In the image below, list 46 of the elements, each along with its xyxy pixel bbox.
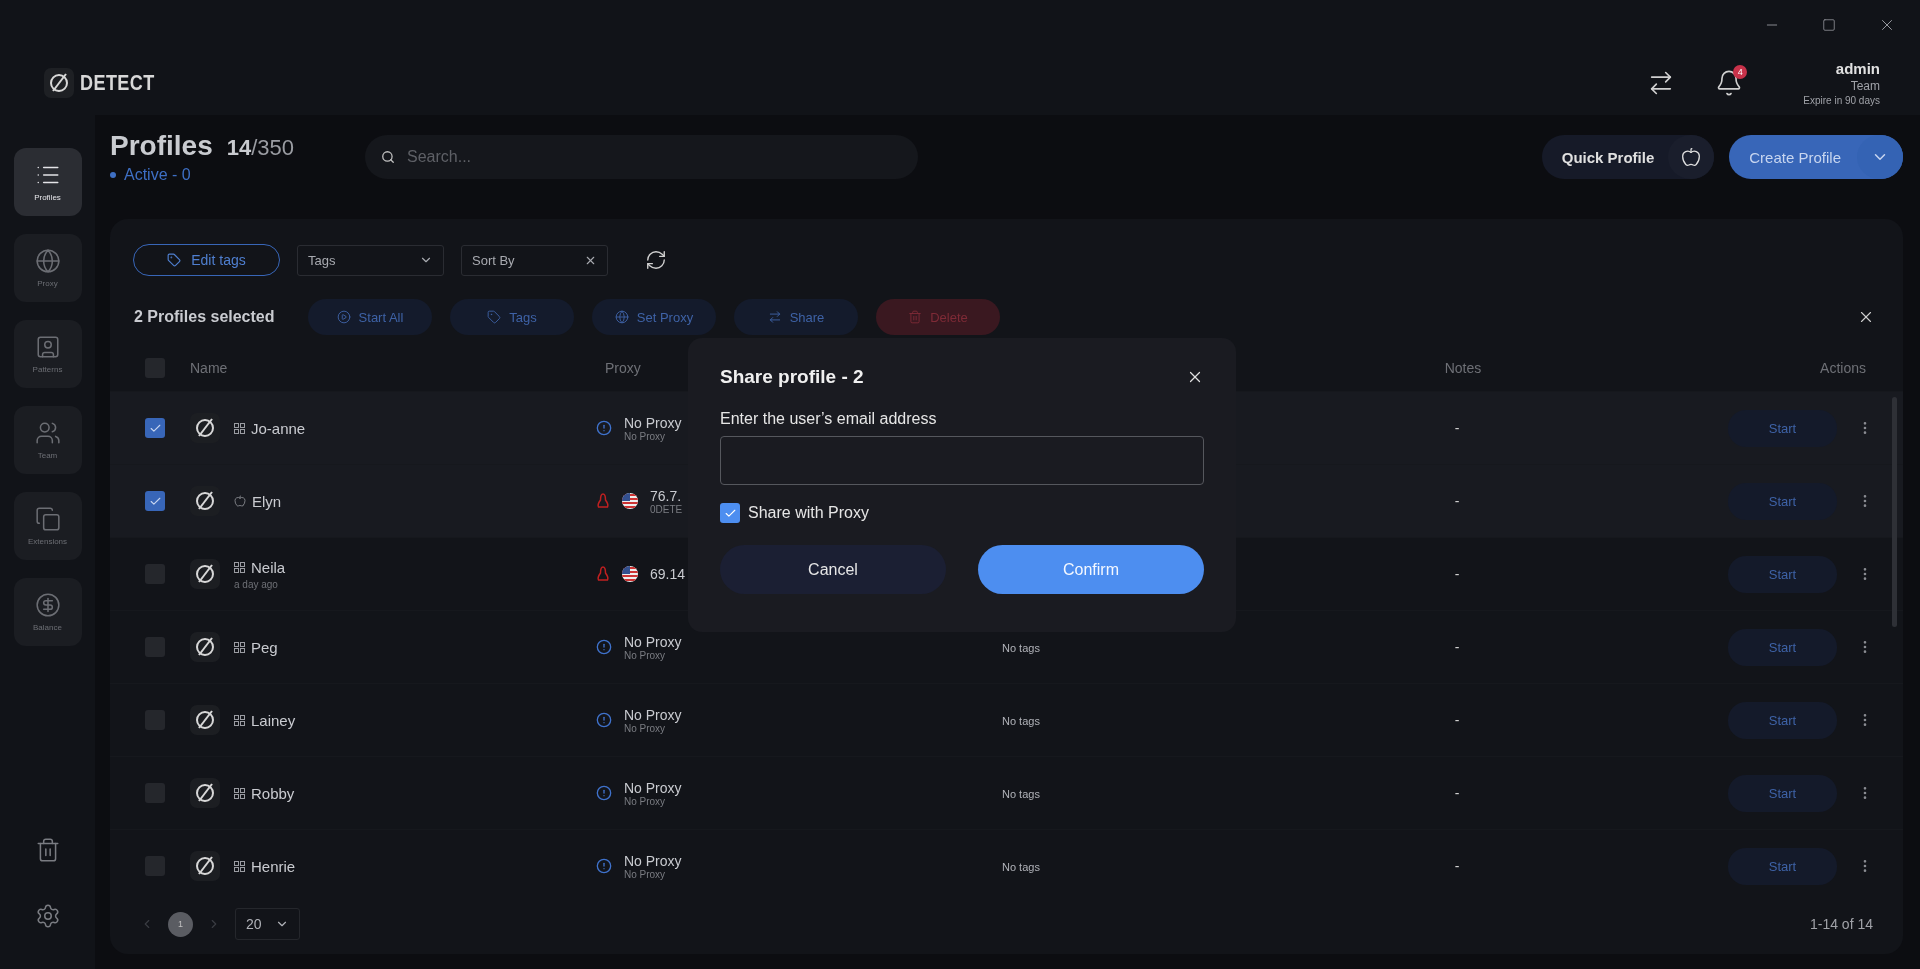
profile-count: 14/350 bbox=[226, 135, 294, 161]
notes-text: - bbox=[1453, 493, 1461, 509]
proxy-name: No Proxy bbox=[624, 414, 682, 431]
proxy-detail: No Proxy bbox=[624, 649, 666, 661]
profile-name: Henrie bbox=[251, 857, 296, 875]
tags-text: No tags bbox=[1001, 715, 1040, 727]
proxy-detail: 0DETE bbox=[650, 503, 683, 515]
notification-badge: 4 bbox=[1733, 64, 1748, 79]
selection-count: 2 Profiles selected bbox=[134, 308, 276, 326]
dialog-title: Share profile - 2 bbox=[720, 366, 864, 388]
page-range: 1-14 of 14 bbox=[1809, 916, 1873, 932]
proxy-name: 76.7. bbox=[650, 487, 683, 504]
proxy-name: 69.14 bbox=[650, 566, 686, 582]
brand-name: DETECT bbox=[80, 69, 155, 96]
notes-text: - bbox=[1453, 420, 1461, 436]
checkbox-label: Share with Proxy bbox=[748, 504, 869, 522]
notes-text: - bbox=[1453, 785, 1461, 801]
profile-name: Jo-anne bbox=[251, 419, 306, 437]
notes-text: - bbox=[1453, 712, 1461, 728]
proxy-name: No Proxy bbox=[624, 706, 682, 723]
column-header: Actions bbox=[1819, 360, 1867, 376]
proxy-detail: No Proxy bbox=[624, 795, 666, 807]
profile-name: Elyn bbox=[252, 492, 282, 510]
page-title: Profiles bbox=[110, 130, 213, 162]
profile-age: a day ago bbox=[234, 578, 279, 590]
tags-text: No tags bbox=[1001, 861, 1040, 873]
proxy-name: No Proxy bbox=[624, 633, 682, 650]
profile-name: Neila bbox=[251, 558, 286, 576]
proxy-detail: No Proxy bbox=[624, 430, 666, 442]
profile-name: Robby bbox=[251, 784, 295, 802]
proxy-name: No Proxy bbox=[624, 852, 682, 869]
active-count: Active - 0 bbox=[124, 166, 191, 184]
user-plan: Team bbox=[1850, 78, 1880, 93]
user-name: admin bbox=[1835, 59, 1880, 77]
field-label: Enter the user’s email address bbox=[720, 410, 938, 428]
notes-text: - bbox=[1453, 639, 1461, 655]
profile-name: Lainey bbox=[251, 711, 296, 729]
notes-text: - bbox=[1453, 566, 1461, 582]
notes-text: - bbox=[1453, 858, 1461, 874]
proxy-detail: No Proxy bbox=[624, 722, 666, 734]
proxy-name: No Proxy bbox=[624, 779, 682, 796]
proxy-detail: No Proxy bbox=[624, 868, 666, 880]
tags-text: No tags bbox=[1001, 788, 1040, 800]
profile-name: Peg bbox=[251, 638, 278, 656]
tags-text: No tags bbox=[1001, 642, 1040, 654]
plan-expiry: Expire in 90 days bbox=[1803, 94, 1880, 106]
